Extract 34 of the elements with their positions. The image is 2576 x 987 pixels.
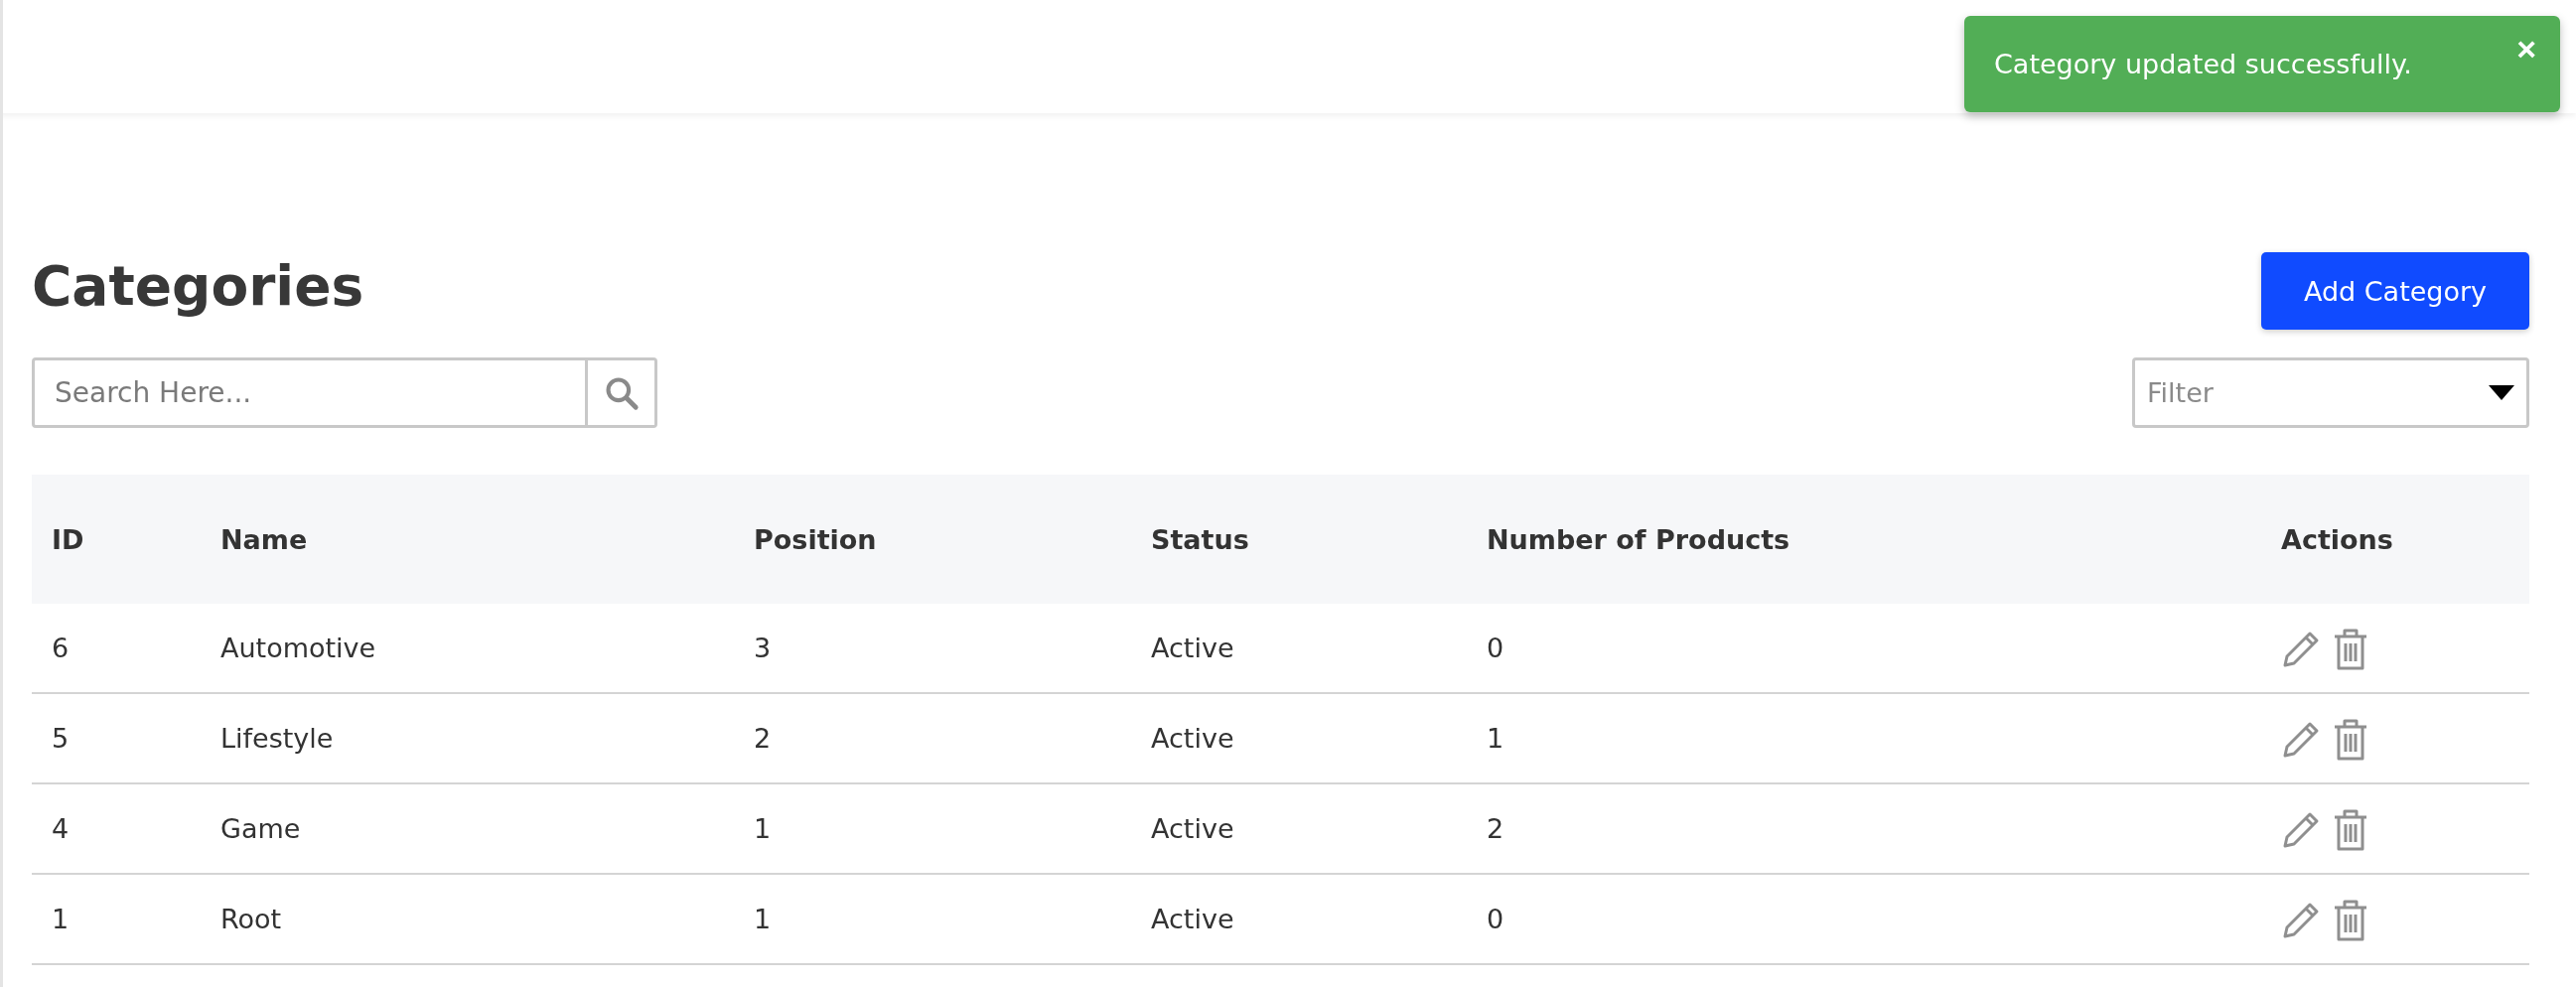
column-header: Status [1151, 523, 1250, 555]
dropdown-caret-icon [2489, 385, 2514, 400]
table-cell-text: 2 [1487, 813, 1505, 844]
column-header: Actions [2281, 523, 2394, 555]
search-button[interactable] [588, 357, 657, 428]
table-cell-text: 1 [754, 813, 773, 844]
table-cell-text: 3 [754, 633, 773, 663]
table-cell-text: 2 [754, 723, 773, 754]
search-field[interactable]: Search Here... [32, 357, 588, 428]
column-header: ID [51, 523, 85, 555]
close-button[interactable]: × [2516, 32, 2536, 66]
column-header: Number of Products [1487, 523, 1791, 555]
table-cell-text: 0 [1487, 904, 1505, 934]
filter-dropdown[interactable]: Filter [2132, 357, 2529, 428]
column-header: Name [220, 523, 309, 555]
add-category-button[interactable]: Add Category [2261, 252, 2529, 330]
table-cell-text: Root [220, 904, 283, 934]
table-cell-text: 4 [51, 813, 71, 844]
table-cell-text: 5 [51, 723, 71, 754]
toast-message: Category updated successfully. [1994, 49, 2412, 79]
table-cell-text: 0 [1487, 633, 1505, 663]
table-cell-text: Active [1151, 813, 1235, 844]
column-header: Position [754, 523, 878, 555]
table-cell-text: Lifestyle [220, 723, 335, 754]
table-cell-text: Automotive [220, 633, 377, 663]
page-title: Categories [32, 254, 364, 318]
table-cell-text: Active [1151, 723, 1235, 754]
table-cell-text: 1 [51, 904, 71, 934]
table-cell-text: 1 [754, 904, 773, 934]
table-cell-text: 1 [1487, 723, 1505, 754]
table-cell-text: Active [1151, 633, 1235, 663]
table-cell-text: Game [220, 813, 302, 844]
table-cell-text: 6 [51, 633, 71, 663]
table-cell-text: Active [1151, 904, 1235, 934]
